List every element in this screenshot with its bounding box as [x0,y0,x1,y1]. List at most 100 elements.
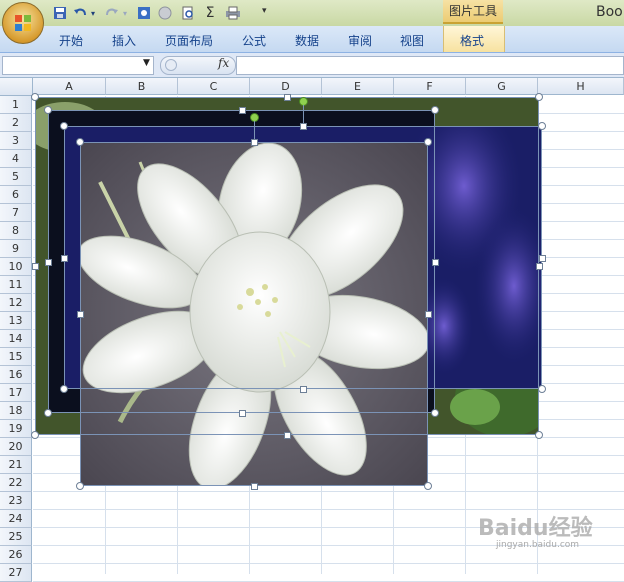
tab-insert[interactable]: 插入 [112,32,136,49]
corner-resize-handle[interactable] [44,409,52,417]
corner-resize-handle[interactable] [76,482,84,490]
circle-icon[interactable] [157,4,173,22]
column-header-c[interactable]: C [178,78,250,95]
tab-page-layout[interactable]: 页面布局 [165,32,213,49]
row-header-27[interactable]: 27 [0,564,32,582]
row-header-2[interactable]: 2 [0,114,32,132]
tab-review[interactable]: 审阅 [348,32,372,49]
customize-quick-access-icon[interactable]: ▾ [262,6,267,16]
row-header-10[interactable]: 10 [0,258,32,276]
corner-resize-handle[interactable] [431,106,439,114]
row-header-18[interactable]: 18 [0,402,32,420]
row-header-24[interactable]: 24 [0,510,32,528]
grid-row-line [33,563,624,564]
corner-resize-handle[interactable] [538,385,546,393]
corner-resize-handle[interactable] [538,122,546,130]
column-header-d[interactable]: D [250,78,322,95]
corner-resize-handle[interactable] [60,385,68,393]
row-header-9[interactable]: 9 [0,240,32,258]
picture-icon[interactable] [136,4,152,22]
formula-input[interactable] [236,56,624,75]
column-header-g[interactable]: G [466,78,538,95]
side-resize-handle[interactable] [425,311,432,318]
office-button[interactable] [2,2,44,44]
row-header-12[interactable]: 12 [0,294,32,312]
corner-resize-handle[interactable] [431,409,439,417]
row-header-1[interactable]: 1 [0,96,32,114]
row-header-14[interactable]: 14 [0,330,32,348]
save-icon[interactable] [52,4,68,22]
column-header-f[interactable]: F [394,78,466,95]
corner-resize-handle[interactable] [535,431,543,439]
side-resize-handle[interactable] [238,410,246,417]
row-header-21[interactable]: 21 [0,456,32,474]
row-header-23[interactable]: 23 [0,492,32,510]
name-box-dropdown-icon[interactable]: ▼ [143,58,150,68]
row-header-7[interactable]: 7 [0,204,32,222]
watermark-url: jingyan.baidu.com [496,540,580,550]
column-header-b[interactable]: B [106,78,178,95]
side-resize-handle[interactable] [77,311,84,318]
row-header-22[interactable]: 22 [0,474,32,492]
side-resize-handle[interactable] [539,254,546,262]
side-resize-handle[interactable] [251,483,258,490]
undo-icon[interactable] [72,4,88,22]
print-icon[interactable] [224,4,242,22]
office-logo-icon [15,15,31,31]
row-header-4[interactable]: 4 [0,150,32,168]
corner-resize-handle[interactable] [424,138,432,146]
insert-function-button[interactable]: fx [218,56,229,70]
column-header-h[interactable]: H [538,78,624,95]
baidu-watermark: Baidu经验 [478,516,593,541]
window-title: Boo [596,4,623,20]
corner-resize-handle[interactable] [31,93,39,101]
tab-format[interactable]: 格式 [460,32,484,49]
row-header-20[interactable]: 20 [0,438,32,456]
side-resize-handle[interactable] [32,263,39,270]
tab-formulas[interactable]: 公式 [242,32,266,49]
row-header-5[interactable]: 5 [0,168,32,186]
row-header-25[interactable]: 25 [0,528,32,546]
side-resize-handle[interactable] [45,258,52,266]
row-header-19[interactable]: 19 [0,420,32,438]
side-resize-handle[interactable] [284,94,291,101]
tab-view[interactable]: 视图 [400,32,424,49]
sum-icon[interactable]: Σ [203,4,217,22]
formula-circle-icon [165,59,177,71]
tab-data[interactable]: 数据 [295,32,319,49]
redo-icon[interactable] [104,4,120,22]
side-resize-handle[interactable] [251,139,258,146]
side-resize-handle[interactable] [432,258,439,266]
row-header-8[interactable]: 8 [0,222,32,240]
corner-resize-handle[interactable] [424,482,432,490]
row-header-15[interactable]: 15 [0,348,32,366]
side-resize-handle[interactable] [284,432,291,439]
side-resize-handle[interactable] [536,263,543,270]
corner-resize-handle[interactable] [535,93,543,101]
name-box[interactable] [2,56,154,75]
corner-resize-handle[interactable] [76,138,84,146]
column-header-a[interactable]: A [33,78,106,95]
select-all-corner[interactable] [0,78,33,96]
side-resize-handle[interactable] [238,107,246,114]
corner-resize-handle[interactable] [60,122,68,130]
undo-dropdown-icon[interactable]: ▾ [89,4,97,22]
tab-home[interactable]: 开始 [59,32,83,49]
row-header-6[interactable]: 6 [0,186,32,204]
side-resize-handle[interactable] [300,123,307,130]
row-header-17[interactable]: 17 [0,384,32,402]
row-header-11[interactable]: 11 [0,276,32,294]
corner-resize-handle[interactable] [44,106,52,114]
row-header-13[interactable]: 13 [0,312,32,330]
grid-row-line [33,491,624,492]
redo-dropdown-icon[interactable]: ▾ [121,4,129,22]
side-resize-handle[interactable] [61,254,68,262]
row-header-3[interactable]: 3 [0,132,32,150]
side-resize-handle[interactable] [300,386,307,393]
row-header-16[interactable]: 16 [0,366,32,384]
corner-resize-handle[interactable] [31,431,39,439]
row-header-26[interactable]: 26 [0,546,32,564]
rotate-connector [254,121,255,141]
print-preview-icon[interactable] [180,4,196,22]
column-header-e[interactable]: E [322,78,394,95]
